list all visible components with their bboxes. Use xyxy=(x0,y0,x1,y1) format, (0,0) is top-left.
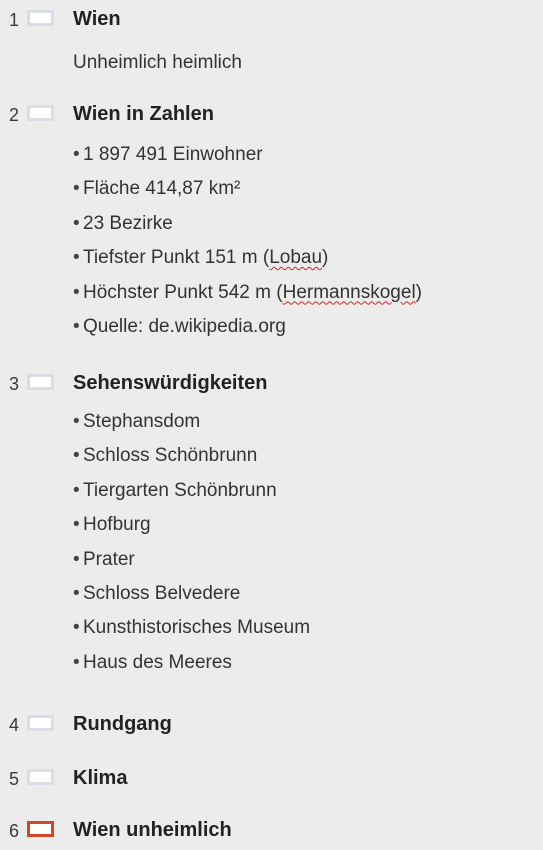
slide-title[interactable]: Sehenswürdigkeiten xyxy=(73,371,268,395)
outline-slide-1[interactable]: 1 Wien Unheimlich heimlich xyxy=(0,2,543,73)
bullet-item[interactable]: • Tiergarten Schönbrunn xyxy=(73,479,310,513)
bullet-item[interactable]: • Schloss Schönbrunn xyxy=(73,444,310,478)
bullet-item[interactable]: • 1 897 491 Einwohner xyxy=(73,143,422,177)
slide-thumbnail-icon[interactable] xyxy=(27,374,54,390)
bullet-text: 1 897 491 Einwohner xyxy=(83,144,263,165)
bullet-icon: • xyxy=(73,178,80,200)
slide-number: 1 xyxy=(9,10,20,30)
slide-number: 5 xyxy=(9,769,20,789)
bullet-item[interactable]: • Kunsthistorisches Museum xyxy=(73,616,310,650)
bullet-text-start: Tiefster Punkt 151 m ( xyxy=(83,247,270,269)
outline-slide-4[interactable]: 4 Rundgang xyxy=(0,707,543,741)
bullet-icon: • xyxy=(73,479,80,501)
bullet-item[interactable]: • 23 Bezirke xyxy=(73,212,422,246)
bullet-item[interactable]: • Prater xyxy=(73,548,310,582)
slide-title[interactable]: Wien xyxy=(73,7,121,31)
bullet-icon: • xyxy=(73,144,80,165)
bullet-text: Hofburg xyxy=(83,514,151,536)
spellcheck-flagged-word[interactable]: Hermannskogel xyxy=(283,282,416,303)
bullet-item[interactable]: • Höchster Punkt 542 m (Hermannskogel) xyxy=(73,281,422,315)
slide-title[interactable]: Klima xyxy=(73,766,127,790)
bullet-list: • 1 897 491 Einwohner • Fläche 414,87 km² … xyxy=(73,143,422,349)
bullet-text: Kunsthistorisches Museum xyxy=(83,617,311,639)
slide-number: 6 xyxy=(9,821,20,841)
slide-subtitle[interactable]: Unheimlich heimlich xyxy=(73,51,242,75)
bullet-icon: • xyxy=(73,247,80,269)
spellcheck-flagged-word[interactable]: Lobau xyxy=(269,247,322,268)
bullet-text: 23 Bezirke xyxy=(83,212,173,234)
outline-slide-3[interactable]: 3 Sehenswürdigkeiten • Stephansdom • Schlo… xyxy=(0,366,543,673)
slide-number: 3 xyxy=(9,374,20,394)
bullet-icon: • xyxy=(73,411,80,432)
bullet-icon: • xyxy=(73,445,80,467)
bullet-icon: • xyxy=(73,548,80,570)
outline-slide-6[interactable]: 6 Wien unheimlich xyxy=(0,813,543,847)
outline-slide-2[interactable]: 2 Wien in Zahlen • 1 897 491 Einwohner • F… xyxy=(0,97,543,337)
slide-title[interactable]: Rundgang xyxy=(73,712,172,736)
bullet-text-end: ) xyxy=(415,281,422,303)
slide-thumbnail-icon[interactable] xyxy=(27,769,54,785)
bullet-text: Quelle: de.wikipedia.org xyxy=(83,315,286,337)
bullet-item[interactable]: • Stephansdom xyxy=(73,410,310,444)
outline-view: 1 Wien Unheimlich heimlich 2 Wien in Zah… xyxy=(0,0,543,850)
bullet-item[interactable]: • Fläche 414,87 km² xyxy=(73,177,422,211)
outline-slide-5[interactable]: 5 Klima xyxy=(0,761,543,795)
bullet-item[interactable]: • Schloss Belvedere xyxy=(73,582,310,616)
bullet-item[interactable]: • Haus des Meeres xyxy=(73,651,310,685)
slide-thumbnail-icon[interactable] xyxy=(27,715,54,731)
bullet-list: • Stephansdom • Schloss Schönbrunn • Tierga… xyxy=(73,410,310,685)
bullet-text-start: Höchster Punkt 542 m ( xyxy=(83,281,283,303)
bullet-icon: • xyxy=(73,212,80,234)
slide-thumbnail-selected-icon[interactable] xyxy=(27,821,54,837)
slide-thumbnail-icon[interactable] xyxy=(27,10,54,26)
bullet-text: Stephansdom xyxy=(83,411,201,432)
bullet-icon: • xyxy=(73,514,80,536)
bullet-item[interactable]: • Hofburg xyxy=(73,513,310,547)
bullet-text: Tiergarten Schönbrunn xyxy=(83,479,277,501)
bullet-icon: • xyxy=(73,281,80,303)
bullet-icon: • xyxy=(73,582,80,604)
slide-thumbnail-icon[interactable] xyxy=(27,105,54,121)
bullet-text: Prater xyxy=(83,548,135,570)
bullet-item[interactable]: • Quelle: de.wikipedia.org xyxy=(73,315,422,349)
slide-title[interactable]: Wien in Zahlen xyxy=(73,102,214,126)
bullet-text: Haus des Meeres xyxy=(83,651,232,673)
slide-number: 2 xyxy=(9,105,20,125)
bullet-text: Schloss Schönbrunn xyxy=(83,445,258,467)
slide-title[interactable]: Wien unheimlich xyxy=(73,818,232,842)
bullet-item[interactable]: • Tiefster Punkt 151 m (Lobau) xyxy=(73,246,422,280)
bullet-text: Fläche 414,87 km² xyxy=(83,178,241,200)
slide-number: 4 xyxy=(9,715,20,735)
bullet-text: Schloss Belvedere xyxy=(83,582,241,604)
bullet-icon: • xyxy=(73,617,80,639)
bullet-text-end: ) xyxy=(322,247,329,269)
bullet-icon: • xyxy=(73,651,80,673)
bullet-icon: • xyxy=(73,315,80,337)
